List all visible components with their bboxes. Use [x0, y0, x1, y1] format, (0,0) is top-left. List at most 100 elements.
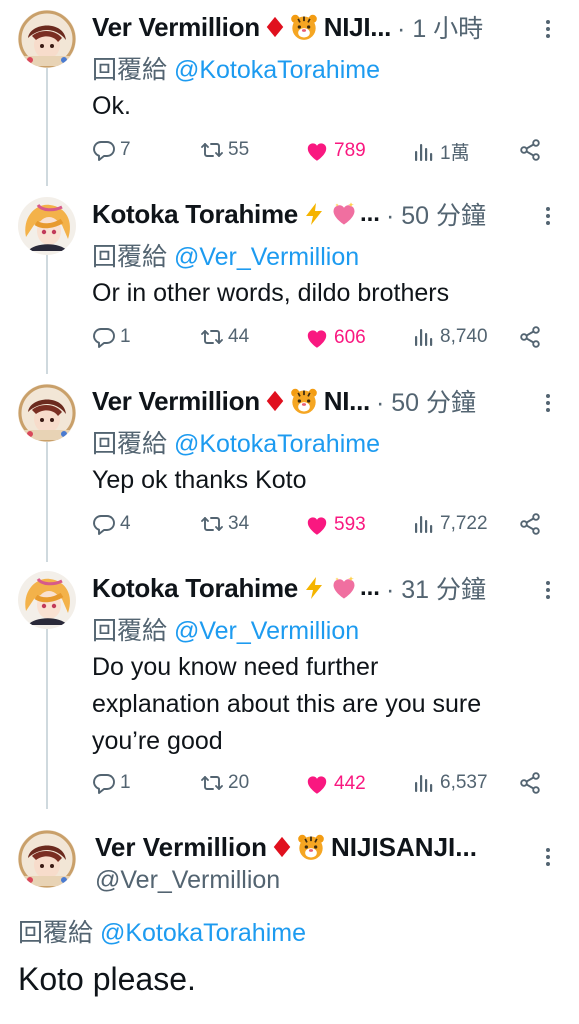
share-icon	[518, 325, 542, 349]
tiger-face-emoji	[290, 387, 318, 415]
views-icon	[412, 140, 436, 164]
view-count: 8,740	[440, 326, 488, 347]
reply-icon	[92, 325, 116, 349]
display-name[interactable]: Ver Vermillion	[95, 832, 267, 863]
display-name[interactable]: Ver Vermillion	[92, 12, 260, 43]
avatar[interactable]	[18, 384, 76, 442]
tweet-actions: 1 20 442 6,537	[92, 771, 542, 801]
reply-count: 4	[120, 513, 131, 534]
red-diamond-emoji	[264, 388, 286, 414]
reply-prefix: 回覆給	[18, 919, 94, 947]
reply-count: 1	[120, 772, 131, 793]
share-button[interactable]	[518, 771, 542, 795]
like-button[interactable]: 789	[304, 138, 366, 164]
tweet-actions: 4 34 593 7,722	[92, 512, 542, 542]
like-count: 606	[334, 327, 366, 348]
reply-icon	[92, 512, 116, 536]
like-button[interactable]: 442	[304, 771, 366, 797]
reply-button[interactable]: 7	[92, 138, 131, 162]
tweet-header: Kotoka Torahime ... · 31 分鐘	[92, 571, 486, 605]
retweet-button[interactable]: 44	[200, 325, 249, 349]
reply-prefix: 回覆給	[92, 617, 168, 645]
view-count: 7,722	[440, 513, 488, 534]
sparkling-heart-emoji	[330, 574, 358, 602]
reply-to-handle[interactable]: @Ver_Vermillion	[174, 617, 359, 645]
more-icon[interactable]	[545, 207, 551, 228]
more-icon[interactable]	[545, 848, 551, 869]
reply-icon	[92, 771, 116, 795]
tweet-text-line: Do you know need further	[92, 653, 379, 681]
tweet[interactable]: Kotoka Torahime ... · 31 分鐘 回覆給 @Ver_Ver…	[0, 571, 579, 811]
timestamp[interactable]: · 31 分鐘	[386, 570, 486, 606]
tweet-text: Or in other words, dildo brothers	[92, 279, 450, 307]
tweet-header: Ver Vermillion NIJI... · 1 小時	[92, 10, 483, 44]
avatar[interactable]	[18, 197, 76, 255]
reply-to-handle[interactable]: @Ver_Vermillion	[174, 243, 359, 271]
reply-to-handle[interactable]: @KotokaTorahime	[174, 56, 380, 84]
reply-icon	[92, 138, 116, 162]
tweet-text: Ok.	[92, 92, 131, 120]
like-count: 789	[334, 140, 366, 161]
views-button[interactable]: 1萬	[412, 138, 470, 165]
retweet-icon	[200, 771, 224, 795]
reply-button[interactable]: 1	[92, 771, 131, 795]
more-icon[interactable]	[545, 581, 551, 602]
views-icon	[412, 771, 436, 795]
retweet-count: 44	[228, 326, 250, 347]
retweet-icon	[200, 138, 224, 162]
display-name-suffix: NIJISANJI...	[330, 831, 477, 862]
share-button[interactable]	[518, 138, 542, 162]
tweet[interactable]: Kotoka Torahime ... · 50 分鐘 回覆給 @Ver_Ver…	[0, 197, 579, 377]
avatar[interactable]	[18, 830, 76, 888]
display-name-suffix: NIJI...	[323, 11, 392, 42]
tweet-text: Do you know need further explanation abo…	[92, 649, 552, 760]
more-icon[interactable]	[545, 20, 551, 41]
heart-icon	[304, 138, 330, 164]
display-name[interactable]: Ver Vermillion	[92, 386, 260, 417]
main-tweet-text: Koto please.	[18, 961, 196, 997]
avatar[interactable]	[18, 10, 76, 68]
red-diamond-emoji	[264, 14, 286, 40]
tweet[interactable]: Ver Vermillion NIJI... · 1 小時 回覆給 @Kotok…	[0, 10, 579, 190]
reply-context: 回覆給 @KotokaTorahime	[18, 913, 306, 949]
more-icon[interactable]	[545, 394, 551, 415]
red-diamond-emoji	[271, 834, 293, 860]
display-name[interactable]: Kotoka Torahime	[92, 573, 298, 604]
heart-icon	[304, 771, 330, 797]
views-button[interactable]: 7,722	[412, 512, 488, 536]
view-count: 6,537	[440, 772, 488, 793]
timestamp[interactable]: · 1 小時	[397, 9, 483, 45]
share-icon	[518, 512, 542, 536]
share-button[interactable]	[518, 512, 542, 536]
views-button[interactable]: 8,740	[412, 325, 488, 349]
heart-icon	[304, 512, 330, 538]
retweet-button[interactable]: 55	[200, 138, 249, 162]
timestamp[interactable]: · 50 分鐘	[386, 196, 486, 232]
display-name[interactable]: Kotoka Torahime	[92, 199, 298, 230]
tweet-text-line: you’re good	[92, 727, 223, 755]
reply-button[interactable]: 4	[92, 512, 131, 536]
tweet-header: Kotoka Torahime ... · 50 分鐘	[92, 197, 486, 231]
views-icon	[412, 325, 436, 349]
reply-context: 回覆給 @KotokaTorahime	[92, 424, 380, 460]
retweet-button[interactable]: 20	[200, 771, 249, 795]
display-name-suffix: ...	[359, 574, 380, 601]
display-name-suffix: NI...	[323, 385, 370, 416]
reply-context: 回覆給 @Ver_Vermillion	[92, 237, 359, 273]
avatar[interactable]	[18, 571, 76, 629]
like-button[interactable]: 593	[304, 512, 366, 538]
tweet[interactable]: Ver Vermillion NI... · 50 分鐘 回覆給 @Kotoka…	[0, 384, 579, 564]
reply-to-handle[interactable]: @KotokaTorahime	[174, 430, 380, 458]
like-button[interactable]: 606	[304, 325, 366, 351]
retweet-count: 20	[228, 772, 250, 793]
heart-icon	[304, 325, 330, 351]
retweet-icon	[200, 325, 224, 349]
reply-context: 回覆給 @Ver_Vermillion	[92, 611, 359, 647]
share-button[interactable]	[518, 325, 542, 349]
timestamp[interactable]: · 50 分鐘	[376, 383, 476, 419]
reply-to-handle[interactable]: @KotokaTorahime	[100, 919, 306, 947]
reply-button[interactable]: 1	[92, 325, 131, 349]
retweet-button[interactable]: 34	[200, 512, 249, 536]
views-button[interactable]: 6,537	[412, 771, 488, 795]
user-handle[interactable]: @Ver_Vermillion	[95, 866, 280, 895]
